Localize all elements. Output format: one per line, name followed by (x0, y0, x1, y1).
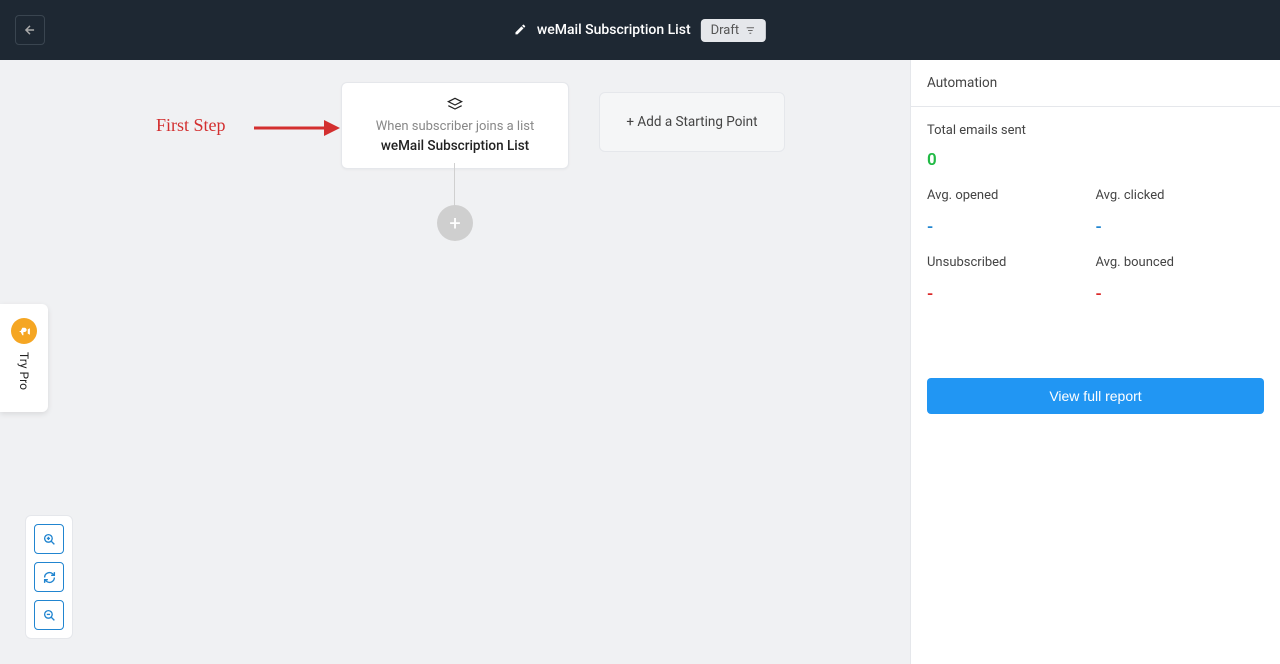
stat-col: Avg. clicked - (1096, 188, 1265, 237)
unsubscribed-value: - (927, 284, 1096, 304)
stat-col: Avg. bounced - (1096, 255, 1265, 304)
add-starting-label: + Add a Starting Point (626, 114, 757, 130)
avg-opened-value: - (927, 217, 1096, 237)
automation-canvas[interactable]: First Step When subscriber joins a list … (0, 60, 910, 664)
zoom-in-button[interactable] (34, 524, 64, 554)
annotation-label: First Step (156, 115, 226, 136)
try-pro-tab[interactable]: Try Pro (0, 304, 48, 412)
header-bar: weMail Subscription List Draft (0, 0, 1280, 60)
avg-bounced-value: - (1096, 284, 1265, 304)
zoom-controls (25, 515, 73, 639)
avg-opened-label: Avg. opened (927, 188, 1096, 203)
avg-bounced-label: Avg. bounced (1096, 255, 1265, 270)
connector-line (454, 163, 455, 207)
back-button[interactable] (15, 15, 45, 45)
view-report-button[interactable]: View full report (927, 378, 1264, 414)
try-pro-label: Try Pro (17, 352, 31, 390)
zoom-out-icon (43, 609, 56, 622)
unsubscribed-label: Unsubscribed (927, 255, 1096, 270)
annotation-arrow-icon (254, 118, 340, 138)
zoom-out-button[interactable] (34, 600, 64, 630)
plus-icon: + (449, 211, 460, 235)
stat-row: Unsubscribed - Avg. bounced - (927, 255, 1264, 304)
megaphone-icon (11, 318, 37, 344)
trigger-node[interactable]: When subscriber joins a list weMail Subs… (341, 82, 569, 169)
header-center: weMail Subscription List Draft (514, 19, 766, 42)
sidebar-header: Automation (911, 60, 1280, 107)
refresh-icon (43, 571, 56, 584)
zoom-in-icon (43, 533, 56, 546)
pencil-icon[interactable] (514, 21, 527, 40)
stat-col: Unsubscribed - (927, 255, 1096, 304)
filter-icon (745, 25, 756, 36)
sidebar-body: Total emails sent 0 Avg. opened - Avg. c… (911, 107, 1280, 338)
zoom-reset-button[interactable] (34, 562, 64, 592)
layers-icon (352, 97, 558, 113)
avg-clicked-label: Avg. clicked (1096, 188, 1265, 203)
node-title: weMail Subscription List (352, 138, 558, 154)
total-sent-label: Total emails sent (927, 123, 1264, 138)
add-starting-point-button[interactable]: + Add a Starting Point (599, 92, 785, 152)
avg-clicked-value: - (1096, 217, 1265, 237)
sidebar: Automation Total emails sent 0 Avg. open… (910, 60, 1280, 664)
stat-col: Avg. opened - (927, 188, 1096, 237)
node-subtitle: When subscriber joins a list (352, 119, 558, 134)
arrow-left-icon (23, 23, 37, 37)
status-text: Draft (711, 23, 740, 38)
page-title: weMail Subscription List (537, 22, 691, 38)
total-sent-value: 0 (927, 150, 1264, 170)
status-badge[interactable]: Draft (701, 19, 767, 42)
add-step-button[interactable]: + (437, 205, 473, 241)
stat-row: Avg. opened - Avg. clicked - (927, 188, 1264, 237)
